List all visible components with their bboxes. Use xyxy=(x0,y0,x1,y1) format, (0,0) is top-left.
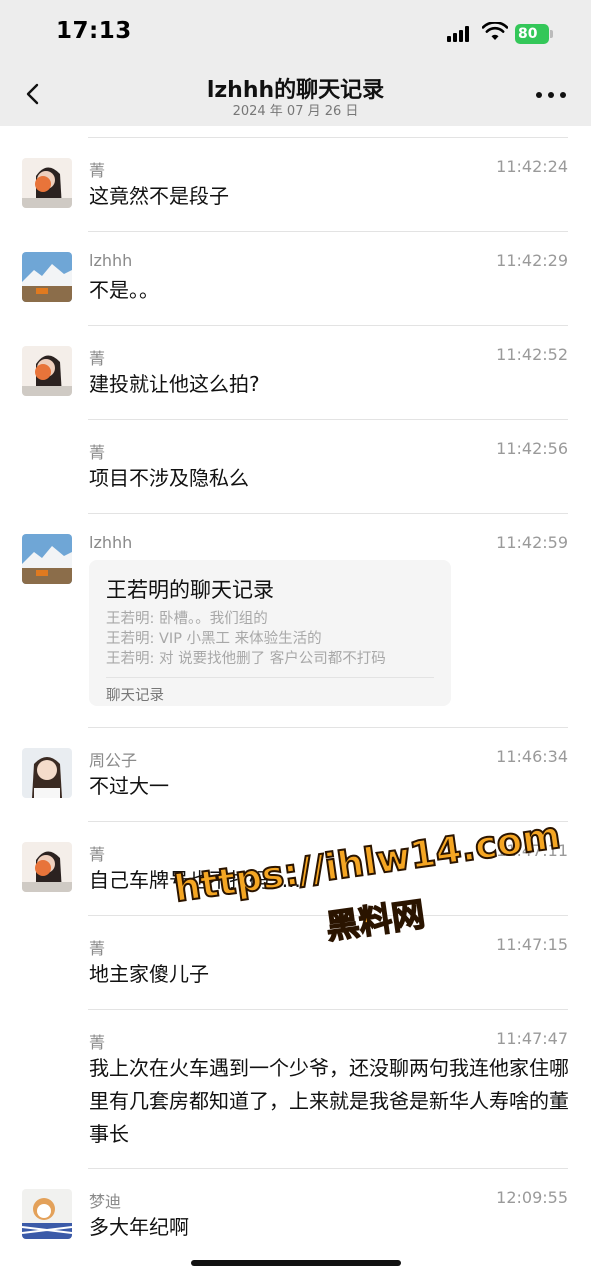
divider xyxy=(88,1009,568,1010)
card-line: 王若明: 对 说要找他删了 客户公司都不打码 xyxy=(106,651,386,667)
message-time: 12:09:55 xyxy=(496,1188,568,1207)
message-time: 11:42:56 xyxy=(496,439,568,458)
card-line: 王若明: VIP 小黑工 来体验生活的 xyxy=(106,631,322,647)
card-line: 王若明: 卧槽。。我们组的 xyxy=(106,611,268,627)
sender-name: lzhhh xyxy=(89,251,133,270)
avatar-lzhhh[interactable] xyxy=(22,252,72,302)
card-title: 王若明的聊天记录 xyxy=(106,578,274,602)
wifi-icon xyxy=(482,22,508,40)
status-time: 17:13 xyxy=(56,18,132,44)
nav-bar: lzhhh的聊天记录 2024 年 07 月 26 日 xyxy=(0,62,591,126)
message-time: 11:42:52 xyxy=(496,345,568,364)
divider xyxy=(88,325,568,326)
home-indicator[interactable] xyxy=(191,1260,401,1266)
divider xyxy=(88,727,568,728)
sender-name: 菁 xyxy=(89,1033,106,1052)
message-text: 不是。。 xyxy=(89,278,159,302)
message-time: 11:42:24 xyxy=(496,157,568,176)
avatar-jing[interactable] xyxy=(22,346,72,396)
sender-name: 菁 xyxy=(89,161,106,180)
message-time: 11:47:47 xyxy=(496,1029,568,1048)
divider xyxy=(88,137,568,138)
message-text: 多大年纪啊 xyxy=(89,1215,189,1239)
sender-name: lzhhh xyxy=(89,533,133,552)
message-time: 11:42:29 xyxy=(496,251,568,270)
sender-name: 菁 xyxy=(89,443,106,462)
battery-tip xyxy=(550,30,553,38)
avatar-zhougongzi[interactable] xyxy=(22,748,72,798)
status-bar: 17:13 80 xyxy=(0,0,591,62)
avatar-mengdi[interactable] xyxy=(22,1189,72,1239)
divider xyxy=(88,513,568,514)
message-text: 我上次在火车遇到一个少爷，还没聊两句我连他家住哪里有几套房都知道了，上来就是我爸… xyxy=(89,1056,569,1146)
divider xyxy=(88,1168,568,1169)
avatar-lzhhh[interactable] xyxy=(22,534,72,584)
page-subtitle: 2024 年 07 月 26 日 xyxy=(232,104,359,119)
message-text: 项目不涉及隐私么 xyxy=(89,466,249,490)
sender-name: 周公子 xyxy=(89,751,138,770)
sender-name: 菁 xyxy=(89,939,106,958)
message-time: 11:46:34 xyxy=(496,747,568,766)
sender-name: 菁 xyxy=(89,349,106,368)
divider xyxy=(88,231,568,232)
message-text: 建投就让他这么拍? xyxy=(89,372,260,396)
sender-name: 菁 xyxy=(89,845,106,864)
chat-record-card[interactable]: 王若明的聊天记录 王若明: 卧槽。。我们组的 王若明: VIP 小黑工 来体验生… xyxy=(89,560,451,706)
more-icon[interactable] xyxy=(536,92,568,100)
signal-icon xyxy=(447,26,473,42)
sender-name: 梦迪 xyxy=(89,1192,122,1211)
message-time: 11:42:59 xyxy=(496,533,568,552)
avatar-jing[interactable] xyxy=(22,158,72,208)
message-text: 不过大一 xyxy=(89,774,169,798)
divider xyxy=(88,419,568,420)
card-divider xyxy=(106,677,434,678)
avatar-jing[interactable] xyxy=(22,842,72,892)
card-footer: 聊天记录 xyxy=(106,688,164,704)
battery-icon: 80 xyxy=(515,24,549,44)
message-text: 这竟然不是段子 xyxy=(89,184,229,208)
